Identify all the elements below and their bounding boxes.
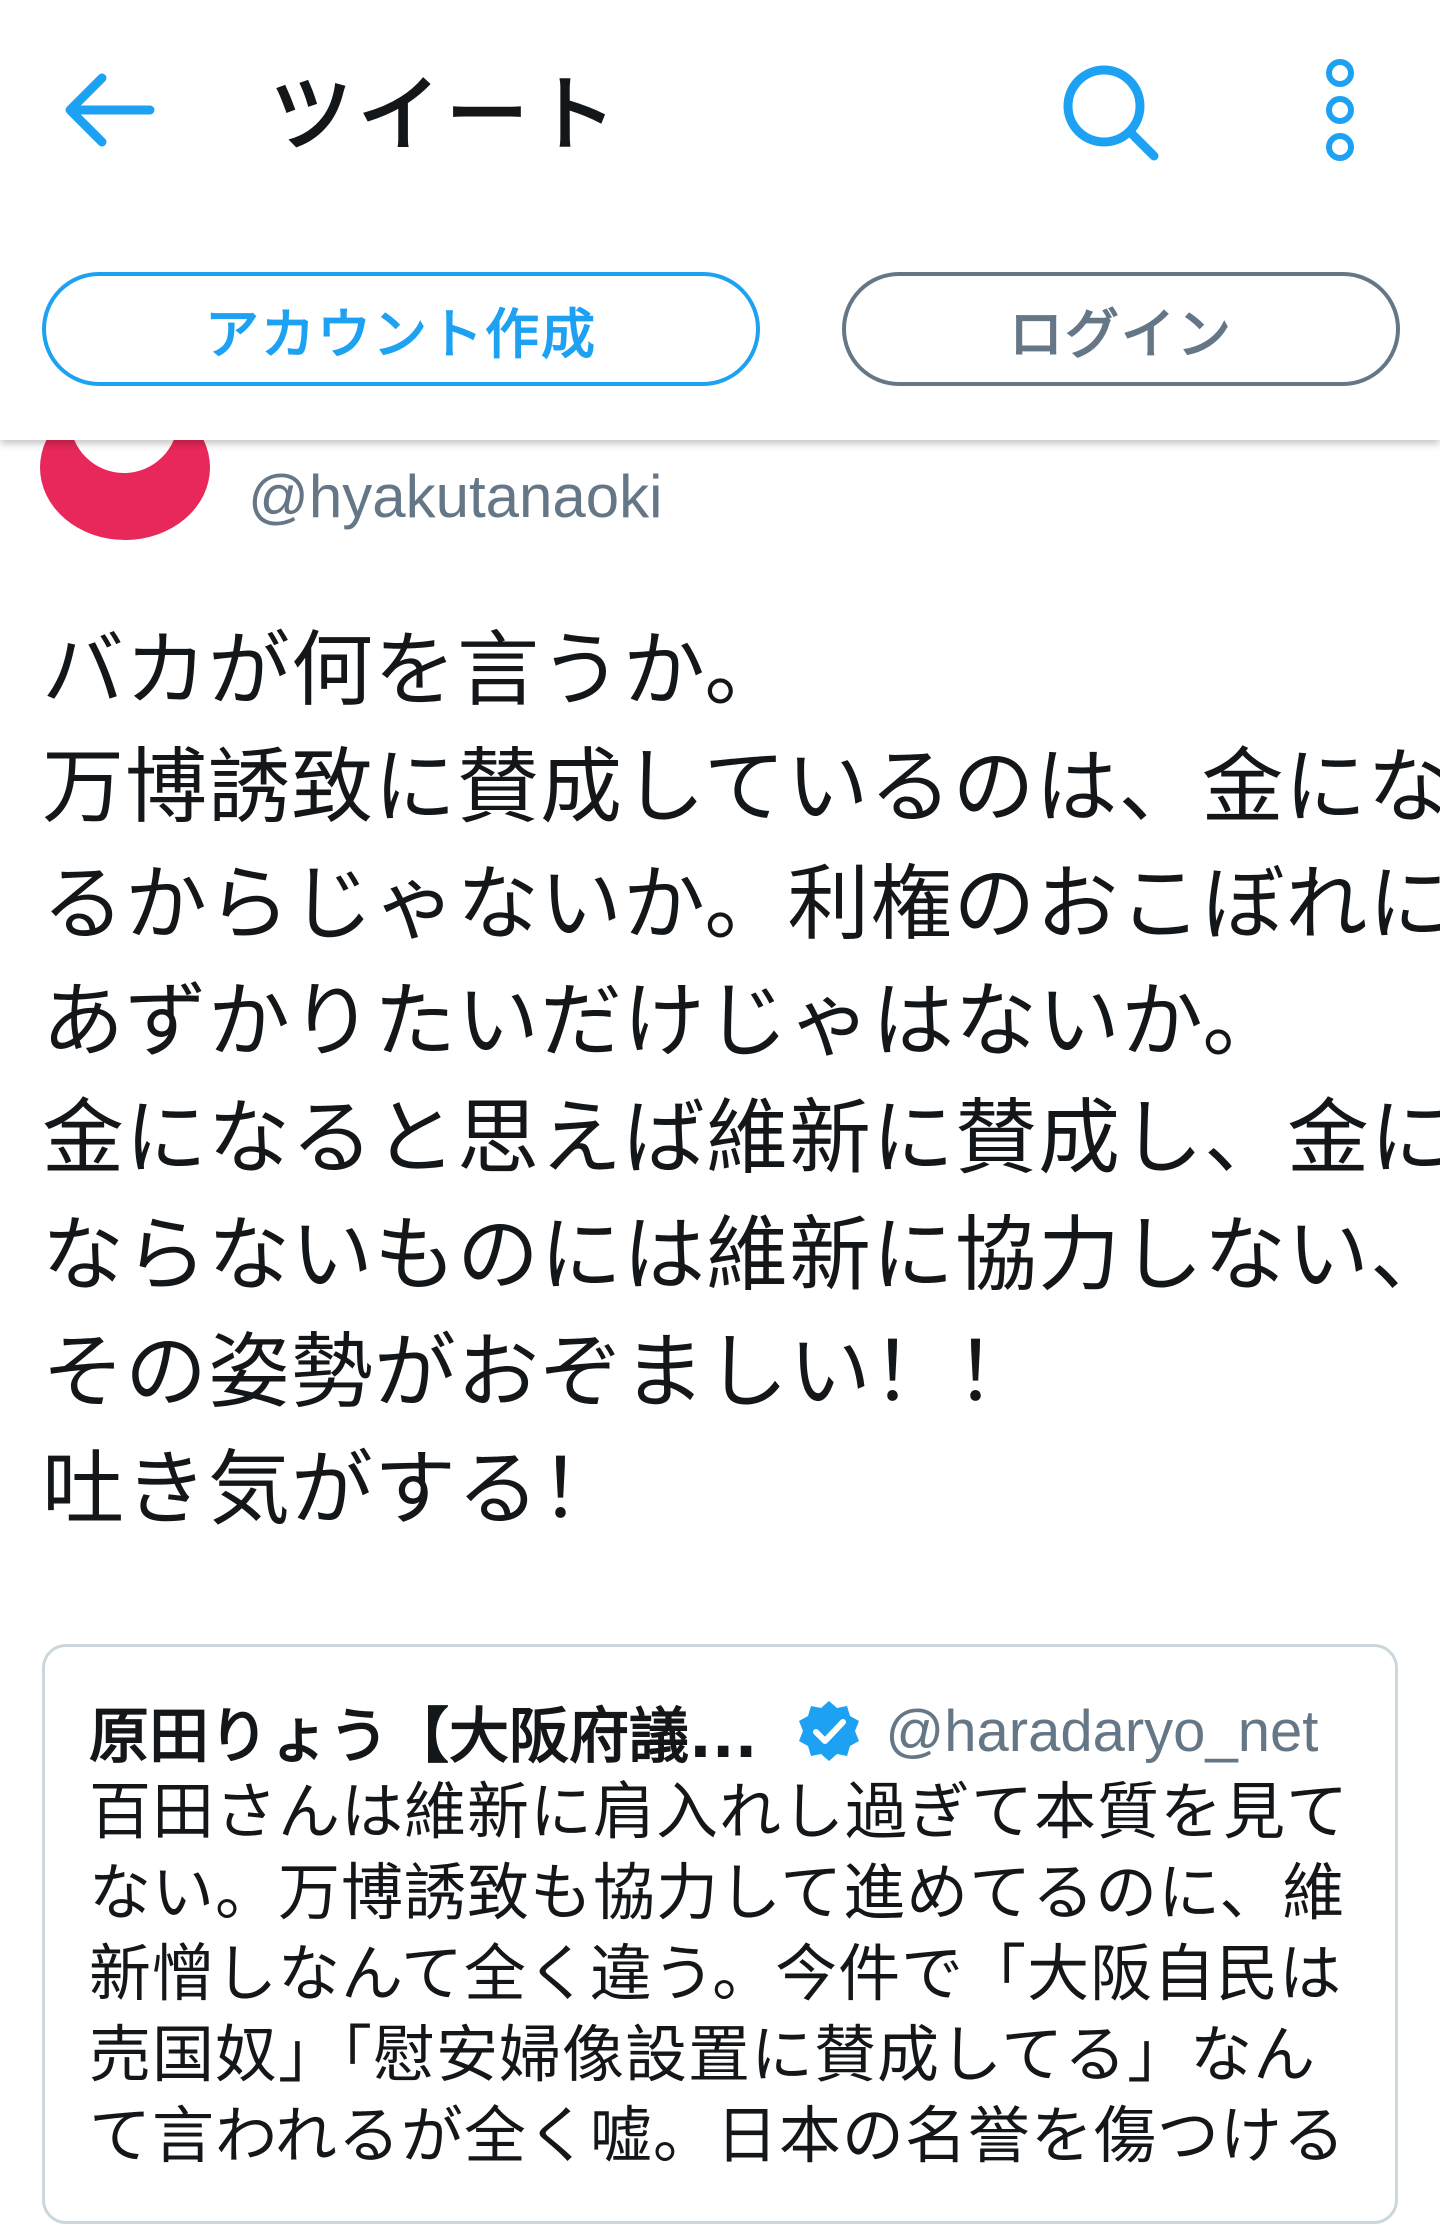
tweet-line: 吐き気がする！ [42,1442,624,1537]
more-vertical-icon [1326,59,1354,161]
back-button[interactable] [60,70,160,150]
tweet-line: その姿勢がおぞましい！！ [42,1325,1039,1420]
tweet-line: あずかりたいだけじゃはないか。 [42,974,1286,1069]
tweet-line: ならないものには維新に協力しない、 [42,1208,1440,1303]
author-handle[interactable]: @hyakutanaoki [248,462,663,531]
back-arrow-icon [65,73,155,147]
quoted-tweet-line: て言われるが全く嘘。日本の名誉を傷つける [89,2099,1346,2172]
verified-badge-icon [799,1701,860,1761]
search-button[interactable] [1060,58,1160,168]
quoted-tweet-line: 百田さんは維新に肩入れし過ぎて本質を見て [89,1775,1350,1848]
quoted-tweet-line: 新憎しなんて全く違う。今件で「大阪自民は [89,1937,1343,2010]
more-options-button[interactable] [1310,58,1370,168]
tweet-text: バカが何を言うか。 万博誘致に賛成しているのは、金にな るからじゃないか。利権の… [42,612,1440,1548]
search-icon [1063,65,1159,161]
tweet-line: 万博誘致に賛成しているのは、金にな [42,740,1440,835]
quoted-tweet-header: 原田りょう【大阪府議... @haradaryo_net [89,1691,1369,1772]
create-account-button[interactable]: アカウント作成 [42,272,760,386]
login-button[interactable]: ログイン [842,272,1400,386]
quoted-tweet-line: 売国奴」「慰安婦像設置に賛成してる」なん [89,2018,1317,2091]
top-app-bar: ツイート アカウント作成 ログイン [0,0,1440,440]
page-title: ツイート [270,68,623,163]
tweet-line: バカが何を言うか。 [42,623,788,718]
quoted-tweet-text: 百田さんは維新に肩入れし過ぎて本質を見て ない。万博誘致も協力して進めてるのに、… [89,1771,1379,2176]
quoted-tweet-line: ない。万博誘致も協力して進めてるのに、維 [89,1856,1346,1929]
tweet-line: るからじゃないか。利権のおこぼれに [42,857,1440,952]
tweet-line: 金になると思えば維新に賛成し、金に [42,1091,1440,1186]
quoted-author-name: 原田りょう【大阪府議... [89,1701,758,1772]
quoted-tweet-card[interactable]: 原田りょう【大阪府議... @haradaryo_net 百田さんは維新に肩入れ… [42,1644,1398,2224]
quoted-author-handle: @haradaryo_net [885,1698,1319,1764]
